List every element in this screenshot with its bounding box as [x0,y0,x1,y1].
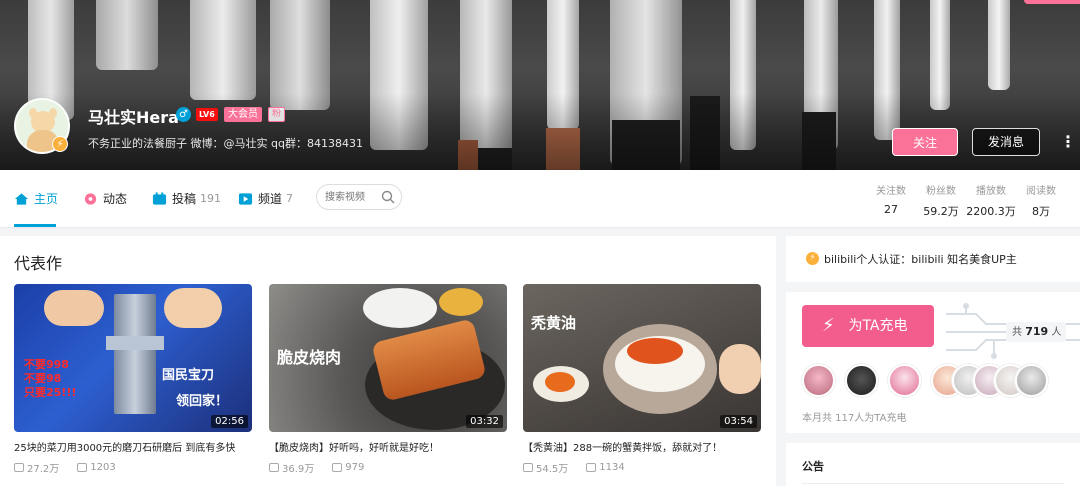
tab-channels[interactable]: 频道 7 [238,170,293,227]
follow-button[interactable]: 关注 [892,128,958,156]
stat-plays-value: 2200.3万 [966,205,1016,218]
gender-male-icon: ♂ [176,107,191,122]
video-title[interactable]: 25块的菜刀用3000元的磨刀石研磨后 到底有多快 [14,439,252,454]
lightning-icon: ⚡ [52,136,68,152]
charge-month-note: 本月共 117人为TA充电 [802,413,907,424]
active-tab-indicator [14,224,56,227]
charge-button[interactable]: ⚡ 为TA充电 [802,305,934,347]
stat-following-label: 关注数 [876,186,906,197]
level-badge: LV6 [196,108,218,121]
danmaku-count: 1134 [599,462,625,473]
fan-badge[interactable]: 粉 [268,107,286,122]
stat-reads: 阅读数 8万 [1016,182,1066,219]
danmaku-count: 979 [345,462,365,473]
tab-uploads-label: 投稿 [172,192,197,206]
home-icon [14,192,29,205]
video-duration: 02:56 [211,415,248,428]
play-count: 27.2万 [27,464,60,475]
notice-panel: 公告 [786,443,1080,486]
user-stats: 关注数 27 粉丝数 59.2万 播放数 2200.3万 阅读数 8万 [866,182,1066,219]
play-count-icon [14,463,24,472]
upload-icon [152,191,167,205]
video-search [316,184,402,210]
danmaku-icon [332,463,343,472]
video-card[interactable]: 秃黄油 03:54 【秃黄油】288一碗的蟹黄拌饭，舔就对了！ 54.5万 11… [523,284,761,475]
channel-icon [238,192,253,205]
thumb-caption-2: 国民宝刀 [162,368,215,383]
video-thumbnail[interactable]: 秃黄油 03:54 [523,284,761,432]
main-content: 代表作 不要998 不要98 只要25!!! 国民宝刀 领回家！ 02:56 2… [0,236,776,486]
more-menu-icon[interactable]: ⋮ [1060,132,1076,152]
user-sign: 不务正业的法餐厨子 微博：@马壮实 qq群：84138431 [88,137,363,150]
search-input[interactable] [325,190,381,204]
thumb-caption: 秃黄油 [531,314,577,332]
charge-total-prefix: 共 [1012,327,1022,338]
video-duration: 03:54 [720,415,757,428]
charge-panel: ⚡ 为TA充电 共 719 人 本月共 117人为TA充电 [786,292,1080,433]
video-title[interactable]: 【脆皮烧肉】好听吗，好听就是好吃！ [269,439,507,454]
stat-plays: 播放数 2200.3万 [966,182,1016,219]
moments-icon [84,192,97,205]
tab-moments-label: 动态 [103,192,128,206]
user-name: 马壮实Hera [88,108,179,127]
tab-home-label: 主页 [34,192,59,206]
charge-total-suffix: 人 [1051,327,1062,338]
notice-title: 公告 [802,460,824,473]
tab-moments[interactable]: 动态 [83,170,127,227]
stat-plays-label: 播放数 [976,186,1006,197]
certification-text: bilibili个人认证：bilibili 知名美食UP主 [824,253,1017,266]
stat-following[interactable]: 关注数 27 [866,182,916,219]
stat-following-value: 27 [884,203,898,216]
danmaku-count: 1203 [90,462,116,473]
banner-corner-tag [1024,0,1080,4]
danmaku-icon [77,463,88,472]
avatar[interactable] [1015,364,1048,397]
stat-fans[interactable]: 粉丝数 59.2万 [916,182,966,219]
stat-reads-value: 8万 [1032,205,1050,218]
stat-fans-label: 粉丝数 [926,186,956,197]
tab-home[interactable]: 主页 [14,170,58,227]
thumb-caption-1: 不要998 不要98 只要25!!! [24,358,77,399]
certification-panel: ⚡ bilibili个人认证：bilibili 知名美食UP主 [786,236,1080,282]
play-count-icon [523,463,533,472]
video-meta: 54.5万 1134 [523,460,761,475]
stat-fans-value: 59.2万 [923,205,959,218]
video-card[interactable]: 不要998 不要98 只要25!!! 国民宝刀 领回家！ 02:56 25块的菜… [14,284,252,475]
video-card[interactable]: 脆皮烧肉 03:32 【脆皮烧肉】好听吗，好听就是好吃！ 36.9万 979 [269,284,507,475]
vip-badge[interactable]: 大会员 [224,107,262,122]
play-count: 36.9万 [282,464,315,475]
divider [802,483,1064,484]
thumb-caption: 脆皮烧肉 [277,348,342,367]
charge-total-count: 719 [1025,325,1049,338]
tab-uploads-count: 191 [200,192,222,205]
charge-button-label: 为TA充电 [848,318,908,334]
video-meta: 36.9万 979 [269,460,507,475]
avatar[interactable] [845,364,878,397]
tab-uploads[interactable]: 投稿 191 [152,170,221,227]
video-thumbnail[interactable]: 不要998 不要98 只要25!!! 国民宝刀 领回家！ 02:56 [14,284,252,432]
lightning-icon: ⚡ [806,252,819,265]
avatar[interactable] [888,364,921,397]
masterpiece-title: 代表作 [14,254,63,273]
danmaku-icon [586,463,597,472]
video-duration: 03:32 [466,415,503,428]
search-icon[interactable] [381,190,395,204]
tab-channels-label: 频道 [258,192,283,206]
lightning-icon: ⚡ [822,315,835,336]
space-page: ⚡ 马壮实Hera ♂ LV6 大会员 粉 不务正业的法餐厨子 微博：@马壮实 … [0,0,1080,486]
charger-avatars [802,364,1048,397]
thumb-caption-3: 领回家！ [176,394,229,409]
charge-total: 共 719 人 [1012,323,1061,338]
message-button[interactable]: 发消息 [972,128,1040,156]
video-thumbnail[interactable]: 脆皮烧肉 03:32 [269,284,507,432]
avatar[interactable] [802,364,835,397]
video-title[interactable]: 【秃黄油】288一碗的蟹黄拌饭，舔就对了！ [523,439,761,454]
stat-reads-label: 阅读数 [1026,186,1056,197]
play-count-icon [269,463,279,472]
profile-banner: ⚡ 马壮实Hera ♂ LV6 大会员 粉 不务正业的法餐厨子 微博：@马壮实 … [0,0,1080,170]
tab-channels-count: 7 [286,192,294,205]
video-meta: 27.2万 1203 [14,460,252,475]
play-count: 54.5万 [536,464,569,475]
